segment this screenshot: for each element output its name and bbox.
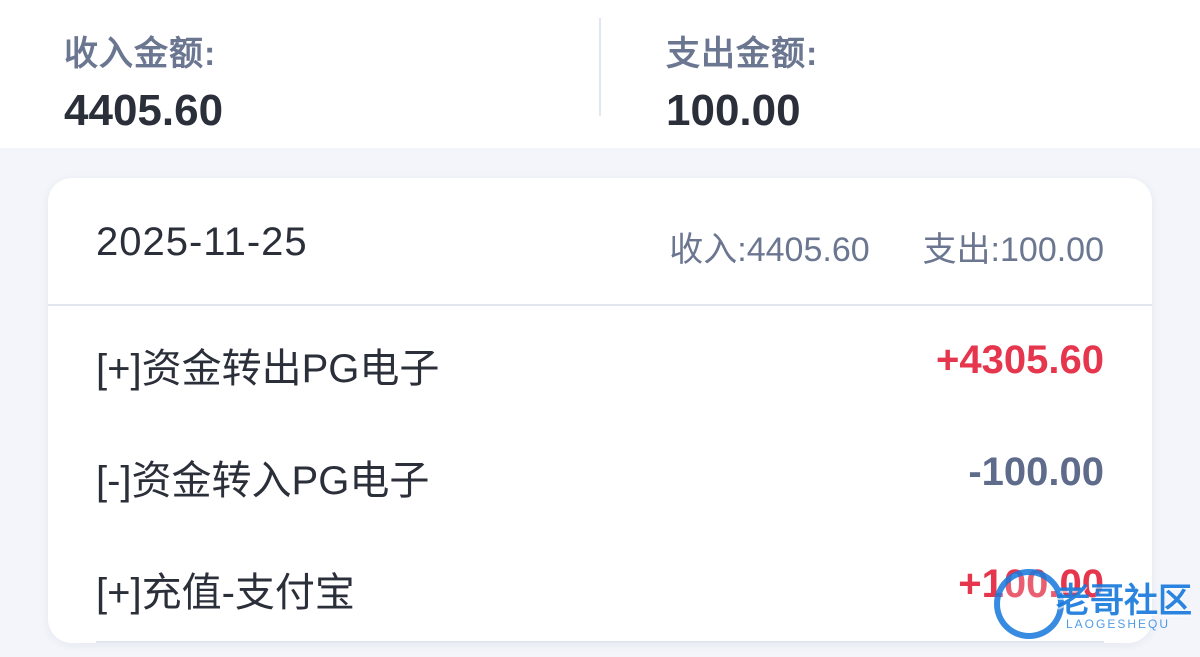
income-summary-label: 收入金额:	[64, 35, 217, 73]
transaction-row[interactable]: [-]资金转入PG电子 -100.00	[48, 418, 1152, 530]
summary-divider	[599, 18, 601, 116]
expense-summary: 支出金额: 100.00	[666, 0, 1166, 148]
daily-income-label: 收入:	[669, 231, 747, 269]
daily-expense-value: 100.00	[1000, 231, 1104, 269]
transaction-title: [+]充值-支付宝	[96, 571, 355, 615]
income-summary-value: 4405.60	[64, 86, 224, 135]
daily-totals: 收入:4405.60 支出:100.00	[669, 222, 1104, 271]
daily-income-value: 4405.60	[746, 231, 870, 269]
expense-summary-value: 100.00	[666, 86, 801, 135]
daily-expense-label: 支出:	[922, 231, 1000, 269]
daily-transactions-card: 2025-11-25 收入:4405.60 支出:100.00 [+]资金转出P…	[48, 178, 1152, 643]
summary-panel: 收入金额: 4405.60 支出金额: 100.00	[0, 0, 1200, 148]
transaction-title: [+]资金转出PG电子	[96, 347, 440, 391]
income-summary: 收入金额: 4405.60	[64, 0, 584, 148]
transaction-amount: +100.00	[958, 562, 1104, 606]
transaction-list: [+]资金转出PG电子 +4305.60 [-]资金转入PG电子 -100.00…	[48, 306, 1152, 642]
transaction-row[interactable]: [+]充值-支付宝 +100.00	[48, 530, 1152, 642]
card-header: 2025-11-25 收入:4405.60 支出:100.00	[48, 178, 1152, 306]
list-bottom-divider	[96, 641, 1104, 643]
transaction-row[interactable]: [+]资金转出PG电子 +4305.60	[48, 306, 1152, 418]
transaction-amount: +4305.60	[936, 338, 1104, 382]
transaction-title: [-]资金转入PG电子	[96, 459, 430, 503]
expense-summary-label: 支出金额:	[666, 35, 819, 73]
transaction-amount: -100.00	[968, 450, 1104, 494]
transaction-date: 2025-11-25	[96, 220, 308, 264]
